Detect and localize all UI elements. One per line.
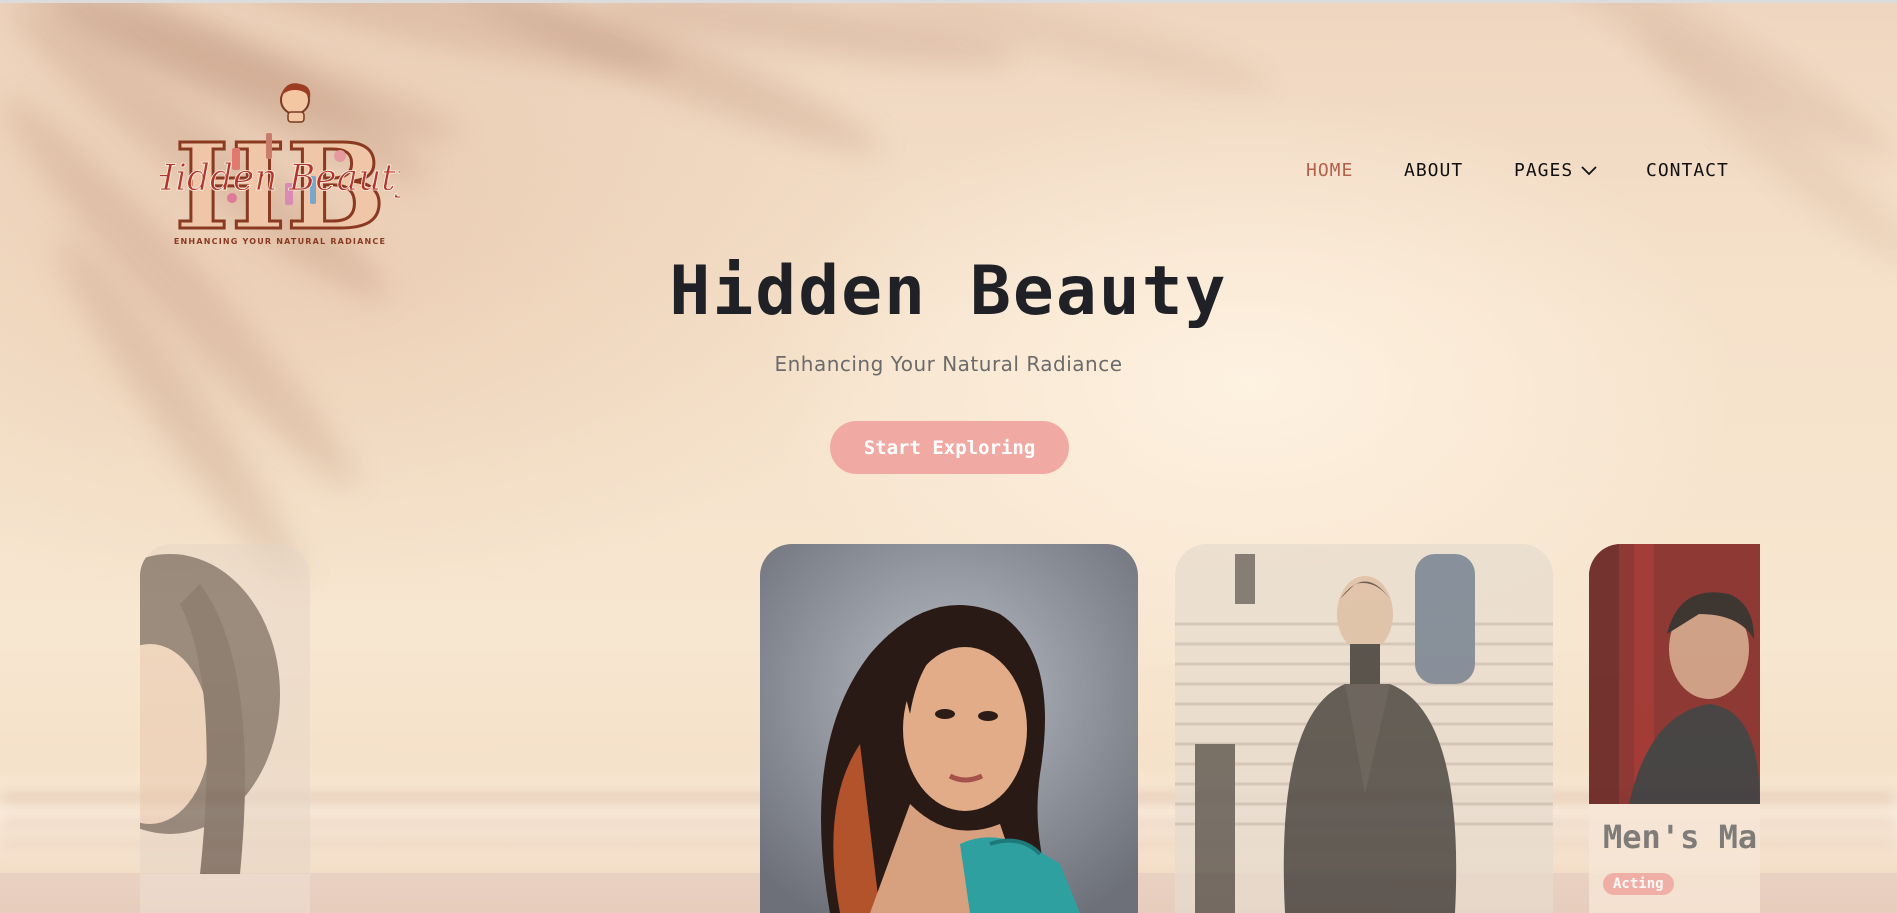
card-right-image [1175,544,1553,913]
carousel-card-center[interactable] [760,544,1138,913]
logo-script: Hidden Beauty [160,158,400,199]
card-left-image [140,544,310,913]
carousel-card-left[interactable] [140,544,310,913]
card-partial-image [1589,544,1760,804]
nav-contact[interactable]: CONTACT [1646,160,1729,181]
card-caption-title: Men's Ma [1603,818,1758,856]
top-border [0,0,1897,3]
logo-tagline: ENHANCING YOUR NATURAL RADIANCE [173,237,387,246]
hero-title: Hidden Beauty [669,252,1228,331]
nav-pages[interactable]: PAGES [1514,160,1597,181]
card-center-image [760,544,1138,913]
logo-mark: HB Hidden Beauty [143,83,417,258]
card-caption: Men's Ma Acting [1589,804,1760,913]
nav-home-label: HOME [1306,160,1354,181]
start-exploring-button[interactable]: Start Exploring [830,421,1069,474]
carousel-card-partial[interactable]: Men's Ma Acting [1589,544,1760,913]
carousel-card-right[interactable] [1175,544,1553,913]
nav-contact-label: CONTACT [1646,160,1729,181]
chevron-down-icon [1581,165,1597,175]
site-logo[interactable]: HB Hidden Beauty ENHANCING YOUR NATURAL … [143,78,417,258]
hero-subtitle: Enhancing Your Natural Radiance [774,352,1123,376]
nav-pages-label: PAGES [1514,160,1574,181]
card-category-tag[interactable]: Acting [1603,873,1674,895]
nav-about-label: ABOUT [1404,160,1464,181]
nav-home[interactable]: HOME [1306,160,1353,181]
nav-about[interactable]: ABOUT [1404,160,1463,181]
